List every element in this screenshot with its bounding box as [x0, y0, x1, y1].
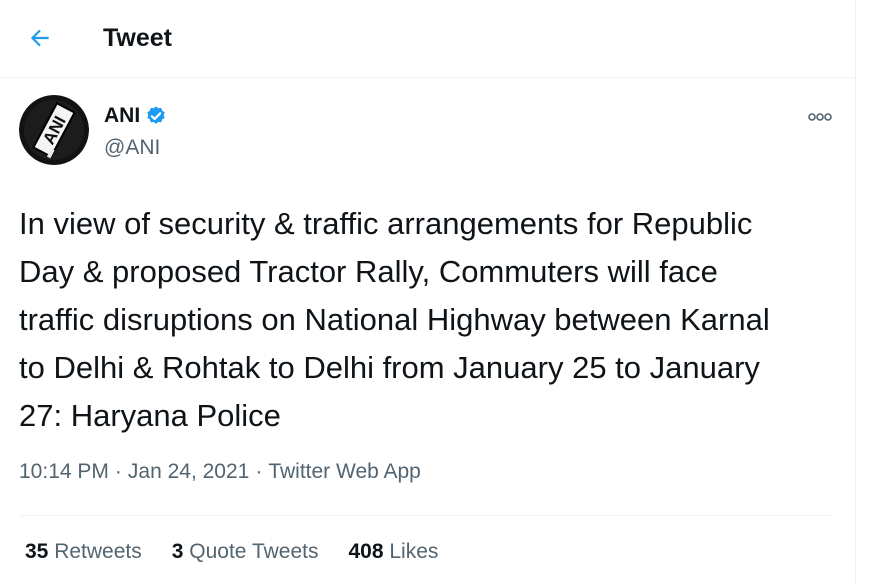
author-handle[interactable]: @ANI — [104, 136, 160, 160]
tweet-column: Tweet ANI ANI @ANI In view of security &… — [0, 0, 856, 583]
retweets-stat[interactable]: 35 Retweets — [25, 540, 142, 564]
verified-badge-icon — [147, 106, 165, 124]
divider — [19, 515, 831, 516]
tweet-time[interactable]: 10:14 PM — [19, 460, 109, 484]
tweet-source[interactable]: Twitter Web App — [268, 460, 421, 484]
quote-tweets-count: 3 — [171, 540, 184, 563]
more-options-button[interactable] — [800, 100, 840, 134]
tweet-stats: 35 Retweets 3 Quote Tweets 408 Likes — [25, 540, 468, 564]
page-title: Tweet — [103, 24, 172, 52]
avatar[interactable]: ANI — [19, 95, 89, 165]
back-button[interactable] — [20, 18, 60, 58]
meta-separator: · — [114, 460, 122, 483]
retweets-label: Retweets — [54, 540, 142, 563]
likes-count: 408 — [348, 540, 384, 563]
tweet-metadata: 10:14 PM · Jan 24, 2021 · Twitter Web Ap… — [19, 460, 421, 484]
likes-label: Likes — [389, 540, 439, 563]
quote-tweets-stat[interactable]: 3 Quote Tweets — [172, 540, 319, 564]
more-horizontal-icon — [808, 113, 832, 121]
author-name-row: ANI — [104, 104, 167, 128]
tweet-text: In view of security & traffic arrangemen… — [19, 206, 770, 433]
author-display-name[interactable]: ANI — [104, 104, 140, 128]
meta-separator: · — [255, 460, 263, 483]
tweet-date[interactable]: Jan 24, 2021 — [128, 460, 249, 484]
retweets-count: 35 — [25, 540, 49, 563]
header: Tweet — [0, 0, 855, 78]
quote-tweets-label: Quote Tweets — [189, 540, 319, 563]
arrow-left-icon — [30, 29, 49, 47]
page: Tweet ANI ANI @ANI In view of security &… — [0, 0, 875, 583]
ani-logo-icon: ANI — [19, 95, 89, 165]
likes-stat[interactable]: 408 Likes — [348, 540, 438, 564]
